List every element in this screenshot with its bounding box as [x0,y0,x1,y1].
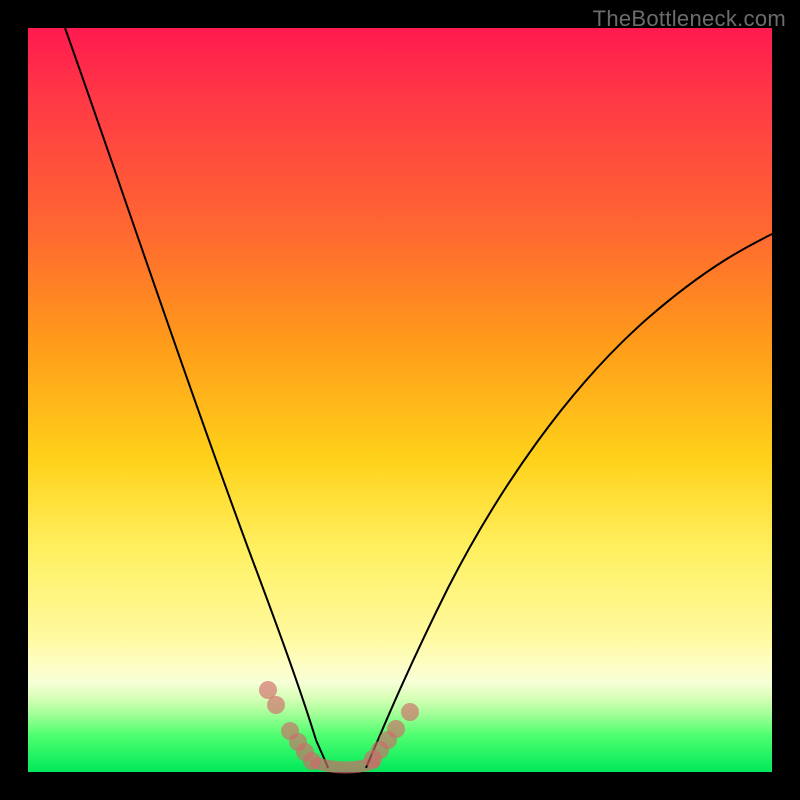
chart-svg [28,28,772,772]
left-marker-dot [303,752,321,770]
right-marker-dot [387,720,405,738]
right-curve [366,234,772,768]
trough-highlight [316,763,374,768]
chart-frame: TheBottleneck.com [0,0,800,800]
left-curve [65,28,328,768]
right-marker-dot [401,703,419,721]
left-marker-dot [267,696,285,714]
